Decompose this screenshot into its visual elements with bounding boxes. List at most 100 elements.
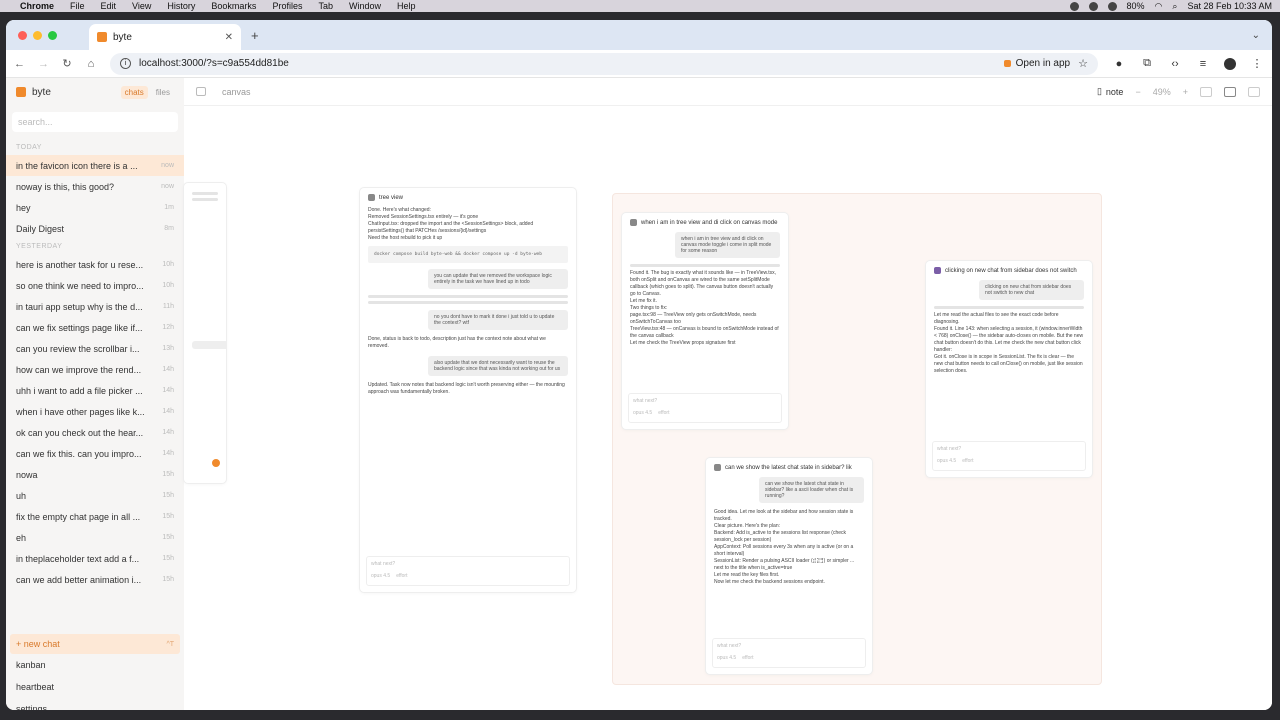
- forward-icon[interactable]: →: [38, 58, 49, 70]
- status-icon[interactable]: [1069, 1, 1079, 11]
- tab-chats[interactable]: chats: [120, 85, 148, 99]
- new-chat-label: + new chat: [16, 639, 60, 649]
- tab-search-chevron-icon[interactable]: ⌄: [1252, 30, 1260, 41]
- effort-select[interactable]: effort: [658, 410, 669, 416]
- back-icon[interactable]: ←: [14, 58, 25, 70]
- chat-time: 12h: [162, 324, 174, 331]
- menu-tab[interactable]: Tab: [318, 1, 333, 11]
- list-item[interactable]: in theplaceholder text add a f... 15h: [6, 548, 184, 569]
- list-item[interactable]: when i have other pages like k... 14h: [6, 401, 184, 422]
- menu-view[interactable]: View: [132, 1, 151, 11]
- assistant-text: Let me fix it.: [630, 298, 657, 304]
- list-item[interactable]: can we fix this. can you impro... 14h: [6, 443, 184, 464]
- chat-input[interactable]: what next? opus 4.5 effort: [628, 393, 782, 423]
- extension-icon[interactable]: ●: [1112, 58, 1126, 70]
- toggle-sidebar-icon[interactable]: [196, 87, 206, 96]
- model-select[interactable]: opus 4.5: [937, 458, 956, 464]
- media-icon[interactable]: ≡: [1196, 58, 1210, 70]
- menu-bookmarks[interactable]: Bookmarks: [211, 1, 256, 11]
- datetime[interactable]: Sat 28 Feb 10:33 AM: [1187, 1, 1272, 11]
- list-item[interactable]: ok can you check out the hear... 14h: [6, 422, 184, 443]
- model-select[interactable]: opus 4.5: [633, 410, 652, 416]
- list-item[interactable]: can we add better animation i... 15h: [6, 569, 184, 590]
- send-icon[interactable]: [212, 459, 220, 467]
- bookmark-star-icon[interactable]: ☆: [1078, 57, 1088, 70]
- model-select[interactable]: opus 4.5: [717, 655, 736, 661]
- assistant-text: Updated. Task now notes that backend log…: [368, 382, 565, 395]
- text-line: [192, 198, 218, 201]
- menu-history[interactable]: History: [167, 1, 195, 11]
- profile-avatar[interactable]: [1224, 57, 1236, 70]
- new-chat-button[interactable]: + new chat ^T: [10, 634, 180, 654]
- nav-settings[interactable]: settings: [6, 698, 184, 710]
- list-item[interactable]: nowa 15h: [6, 464, 184, 485]
- extensions-puzzle-icon[interactable]: ⧉: [1140, 57, 1154, 70]
- list-item[interactable]: Daily Digest 8m: [6, 218, 184, 239]
- chat-card-latest-state[interactable]: can we show the latest chat state in sid…: [706, 458, 872, 674]
- canvas-view-icon[interactable]: [1224, 86, 1236, 97]
- list-item[interactable]: here is another task for u rese... 10h: [6, 254, 184, 275]
- chat-input[interactable]: what next? opus 4.5 effort: [932, 441, 1086, 471]
- offscreen-card[interactable]: [184, 183, 226, 483]
- model-select[interactable]: opus 4.5: [371, 573, 390, 579]
- status-icon[interactable]: [1088, 1, 1098, 11]
- search-icon[interactable]: ⌕: [1172, 1, 1177, 12]
- chat-card-tree-click[interactable]: when i am in tree view and di click on c…: [622, 213, 788, 429]
- list-item[interactable]: can you review the scrollbar i... 13h: [6, 338, 184, 359]
- new-tab-icon[interactable]: +: [251, 28, 259, 43]
- wifi-icon[interactable]: ◠: [1155, 1, 1163, 12]
- list-item[interactable]: can we fix settings page like if... 12h: [6, 317, 184, 338]
- status-icon[interactable]: [1107, 1, 1117, 11]
- devtools-icon[interactable]: ‹›: [1168, 58, 1182, 70]
- zoom-out-icon[interactable]: −: [1135, 87, 1140, 97]
- note-button[interactable]: ▯ note: [1097, 86, 1123, 97]
- browser-tab[interactable]: byte ✕: [89, 24, 241, 50]
- home-icon[interactable]: ⌂: [86, 58, 96, 70]
- split-view-icon[interactable]: [1200, 86, 1212, 97]
- close-window-button[interactable]: [18, 30, 27, 40]
- chat-time: 10h: [162, 261, 174, 268]
- menu-help[interactable]: Help: [397, 1, 416, 11]
- nav-kanban[interactable]: kanban: [6, 654, 184, 676]
- user-message: you can update that we removed the works…: [428, 269, 568, 289]
- open-in-app-button[interactable]: Open in app: [1003, 58, 1070, 69]
- zoom-in-icon[interactable]: +: [1183, 87, 1188, 97]
- tab-files[interactable]: files: [152, 86, 174, 99]
- list-item[interactable]: in the favicon icon there is a ... now: [6, 155, 184, 176]
- site-info-icon[interactable]: i: [120, 58, 131, 69]
- chat-input[interactable]: what next? opus 4.5 effort: [712, 638, 866, 668]
- effort-select[interactable]: effort: [742, 655, 753, 661]
- tree-view-icon[interactable]: [1248, 86, 1260, 97]
- list-item[interactable]: uhh i want to add a file picker ... 14h: [6, 380, 184, 401]
- menu-edit[interactable]: Edit: [101, 1, 117, 11]
- list-item[interactable]: so one think we need to impro... 10h: [6, 275, 184, 296]
- chat-card-tree-view[interactable]: tree view Done. Here's what changed: Rem…: [360, 188, 576, 592]
- list-item[interactable]: fix the empty chat page in all ... 15h: [6, 506, 184, 527]
- zoom-window-button[interactable]: [48, 30, 57, 40]
- menu-file[interactable]: File: [70, 1, 85, 11]
- list-item[interactable]: noway is this, this good? now: [6, 176, 184, 197]
- url-text[interactable]: localhost:3000/?s=c9a554dd81be: [139, 58, 289, 69]
- menu-profiles[interactable]: Profiles: [272, 1, 302, 11]
- list-item[interactable]: how can we improve the rend... 14h: [6, 359, 184, 380]
- effort-select[interactable]: effort: [396, 573, 407, 579]
- list-item[interactable]: uh 15h: [6, 485, 184, 506]
- list-item[interactable]: in tauri app setup why is the d... 11h: [6, 296, 184, 317]
- chat-input[interactable]: what next? opus 4.5 effort: [366, 556, 570, 586]
- chat-title: can we fix settings page like if...: [16, 322, 143, 333]
- list-item[interactable]: eh 15h: [6, 527, 184, 548]
- more-menu-icon[interactable]: ⋮: [1250, 57, 1264, 70]
- close-tab-icon[interactable]: ✕: [225, 32, 233, 43]
- list-item[interactable]: hey 1m: [6, 197, 184, 218]
- nav-heartbeat[interactable]: heartbeat: [6, 676, 184, 698]
- menu-app-name[interactable]: Chrome: [20, 1, 54, 11]
- address-bar[interactable]: i localhost:3000/?s=c9a554dd81be Open in…: [110, 52, 1098, 75]
- chat-card-new-chat[interactable]: clicking on new chat from sidebar does n…: [926, 261, 1092, 477]
- menu-window[interactable]: Window: [349, 1, 381, 11]
- effort-select[interactable]: effort: [962, 458, 973, 464]
- search-input[interactable]: search...: [12, 112, 178, 132]
- minimize-window-button[interactable]: [33, 30, 42, 40]
- status-area: 80% ◠ ⌕ Sat 28 Feb 10:33 AM: [1069, 1, 1272, 12]
- canvas-area[interactable]: canvas ▯ note − 49% + tree view Done. He…: [184, 78, 1272, 710]
- reload-icon[interactable]: ↻: [62, 57, 72, 70]
